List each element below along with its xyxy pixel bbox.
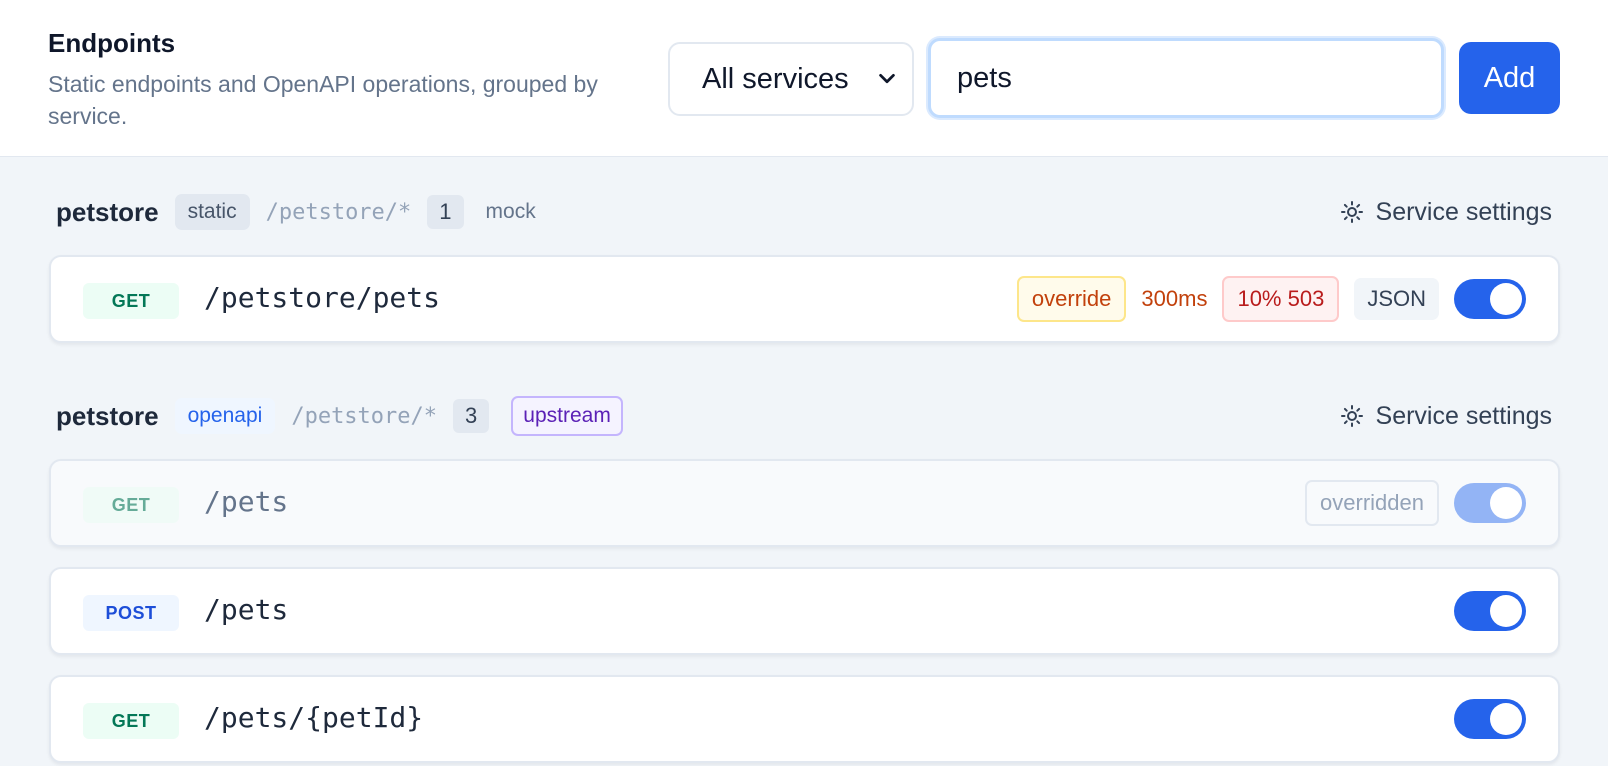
toggle-knob xyxy=(1490,703,1522,735)
path-pattern: /petstore/* xyxy=(265,199,412,225)
toggle-knob xyxy=(1490,283,1522,315)
endpoint-enabled-toggle[interactable] xyxy=(1454,483,1526,523)
method-badge: GET xyxy=(83,283,179,319)
service-filter-value: All services xyxy=(702,62,849,95)
service-settings-label: Service settings xyxy=(1375,401,1552,430)
search-input[interactable] xyxy=(928,38,1444,118)
mode-label: mock xyxy=(485,200,536,223)
endpoint-count-badge: 1 xyxy=(427,195,464,229)
service-name: petstore xyxy=(56,400,159,431)
chevron-down-icon xyxy=(879,73,895,84)
service-group-header: petstore openapi /petstore/* 3 upstream … xyxy=(56,396,1552,436)
endpoint-path: /petstore/pets xyxy=(204,281,441,314)
add-button[interactable]: Add xyxy=(1459,42,1560,114)
source-badge: openapi xyxy=(174,398,276,434)
override-badge: override xyxy=(1016,276,1127,322)
page-subtitle: Static endpoints and OpenAPI operations,… xyxy=(48,71,598,129)
endpoint-path: /pets xyxy=(204,485,289,518)
endpoint-row[interactable]: GET /petstore/pets override 300ms 10% 50… xyxy=(49,255,1560,343)
endpoint-row[interactable]: GET /pets/{petId} xyxy=(49,675,1560,763)
endpoint-row[interactable]: GET /pets overridden xyxy=(49,459,1560,547)
error-rate-badge: 10% 503 xyxy=(1222,276,1340,322)
endpoint-path: /pets xyxy=(204,593,289,626)
latency-label: 300ms xyxy=(1141,286,1208,311)
endpoint-enabled-toggle[interactable] xyxy=(1454,591,1526,631)
format-badge: JSON xyxy=(1354,278,1439,320)
method-badge: POST xyxy=(83,595,179,631)
page-title: Endpoints xyxy=(48,28,176,58)
mode-badge: upstream xyxy=(511,396,623,436)
service-settings-label: Service settings xyxy=(1375,197,1552,226)
toggle-knob xyxy=(1490,487,1522,519)
page-header: Endpoints Static endpoints and OpenAPI o… xyxy=(0,0,1608,157)
endpoint-row[interactable]: POST /pets xyxy=(49,567,1560,655)
service-settings-button[interactable]: Service settings xyxy=(1340,192,1552,232)
gear-icon xyxy=(1340,405,1363,427)
toggle-knob xyxy=(1490,595,1522,627)
endpoint-enabled-toggle[interactable] xyxy=(1454,699,1526,739)
overridden-badge: overridden xyxy=(1305,480,1439,526)
path-pattern: /petstore/* xyxy=(291,403,438,429)
service-filter-select[interactable]: All services xyxy=(668,42,914,116)
gear-icon xyxy=(1340,201,1363,223)
service-group-header: petstore static /petstore/* 1 mock Servi… xyxy=(56,192,1552,232)
endpoint-count-badge: 3 xyxy=(453,399,490,433)
endpoint-enabled-toggle[interactable] xyxy=(1454,279,1526,319)
method-badge: GET xyxy=(83,703,179,739)
service-name: petstore xyxy=(56,196,159,227)
service-settings-button[interactable]: Service settings xyxy=(1340,396,1552,436)
endpoint-path: /pets/{petId} xyxy=(204,701,424,734)
source-badge: static xyxy=(174,194,250,230)
method-badge: GET xyxy=(83,487,179,523)
